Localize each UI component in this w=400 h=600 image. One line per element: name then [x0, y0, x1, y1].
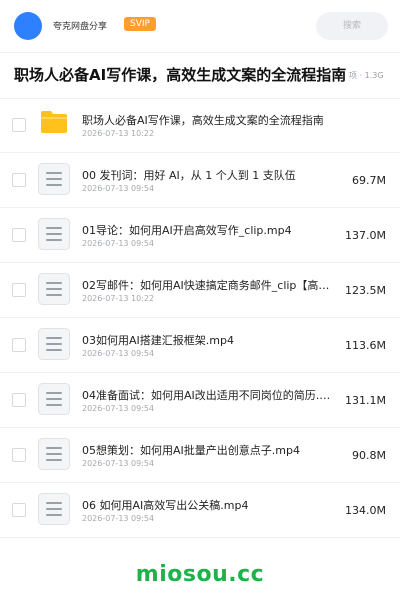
- item-date: 2026-07-13 09:54: [82, 239, 155, 248]
- item-size: 131.1M: [345, 394, 386, 407]
- list-item[interactable]: 05想策划：如何用AI批量产出创意点子.mp4 2026-07-13 09:54 9…: [0, 428, 400, 483]
- header: 夸克网盘分享 SVIP 搜索: [0, 0, 400, 53]
- select-checkbox[interactable]: [12, 118, 26, 132]
- list-item[interactable]: 02写邮件：如何用AI快速搞定商务邮件_clip【高清】.mp42026-07-…: [0, 263, 400, 318]
- file-list: 职场人必备AI写作课，高效生成文案的全流程指南 2026-07-13 10:22 0…: [0, 98, 400, 538]
- page-title: 职场人必备AI写作课，高效生成文案的全流程指南: [14, 66, 347, 84]
- item-name[interactable]: 00 发刊词：用好 AI，从 1 个人到 1 支队伍: [82, 167, 337, 183]
- item-size: 137.0M: [345, 229, 386, 242]
- item-date: 2026-07-13 09:54: [82, 404, 155, 413]
- item-date: 2026-07-13 10:22: [82, 129, 155, 138]
- share-page: 夸克网盘分享 SVIP 搜索 职场人必备AI写作课，高效生成文案的全流程指南 项…: [0, 0, 400, 600]
- list-item[interactable]: 04准备面试：如何用AI改出适用不同岗位的简历.mp4 2026-07-13 09…: [0, 373, 400, 428]
- select-checkbox[interactable]: [12, 448, 26, 462]
- list-item[interactable]: 01导论：如何用AI开启高效写作_clip.mp4 2026-07-13 09:5…: [0, 208, 400, 263]
- list-item[interactable]: 职场人必备AI写作课，高效生成文案的全流程指南 2026-07-13 10:22: [0, 98, 400, 153]
- svip-badge: SVIP: [124, 17, 156, 31]
- item-name[interactable]: 02写邮件：如何用AI快速搞定商务邮件_clip【高清】.mp4: [82, 277, 337, 293]
- select-checkbox[interactable]: [12, 503, 26, 517]
- select-checkbox[interactable]: [12, 173, 26, 187]
- item-size: 134.0M: [345, 504, 386, 517]
- item-name[interactable]: 04准备面试：如何用AI改出适用不同岗位的简历.mp4: [82, 387, 337, 403]
- item-name[interactable]: 05想策划：如何用AI批量产出创意点子.mp4: [82, 442, 337, 458]
- item-name[interactable]: 职场人必备AI写作课，高效生成文案的全流程指南: [82, 112, 337, 128]
- item-size: 69.7M: [352, 174, 386, 187]
- watermark: miosou.cc: [135, 562, 265, 587]
- select-checkbox[interactable]: [12, 393, 26, 407]
- folder-meta: 项 · 1.3G: [349, 71, 384, 80]
- list-item[interactable]: 06 如何用AI高效写出公关稿.mp4 2026-07-13 09:54 134.0…: [0, 483, 400, 538]
- item-date: 2026-07-13 09:54: [82, 514, 155, 523]
- item-name[interactable]: 06 如何用AI高效写出公关稿.mp4: [82, 497, 337, 513]
- list-item[interactable]: 03如何用AI搭建汇报框架.mp4 2026-07-13 09:54 113.6M: [0, 318, 400, 373]
- avatar[interactable]: [14, 12, 42, 40]
- item-date: 2026-07-13 09:54: [82, 459, 155, 468]
- search-input[interactable]: 搜索: [316, 12, 388, 40]
- folder-title-row: 职场人必备AI写作课，高效生成文案的全流程指南 项 · 1.3G: [0, 52, 400, 99]
- brand-name: 夸克网盘分享: [53, 22, 108, 32]
- select-checkbox[interactable]: [12, 338, 26, 352]
- select-checkbox[interactable]: [12, 228, 26, 242]
- item-date: 2026-07-13 10:22: [82, 294, 155, 303]
- item-name[interactable]: 01导论：如何用AI开启高效写作_clip.mp4: [82, 222, 337, 238]
- list-item[interactable]: 00 发刊词：用好 AI，从 1 个人到 1 支队伍 2026-07-13 09:…: [0, 153, 400, 208]
- item-date: 2026-07-13 09:54: [82, 349, 155, 358]
- item-date: 2026-07-13 09:54: [82, 184, 155, 193]
- item-name[interactable]: 03如何用AI搭建汇报框架.mp4: [82, 332, 337, 348]
- select-checkbox[interactable]: [12, 283, 26, 297]
- item-size: 123.5M: [345, 284, 386, 297]
- item-size: 113.6M: [345, 339, 386, 352]
- item-size: 90.8M: [352, 449, 386, 462]
